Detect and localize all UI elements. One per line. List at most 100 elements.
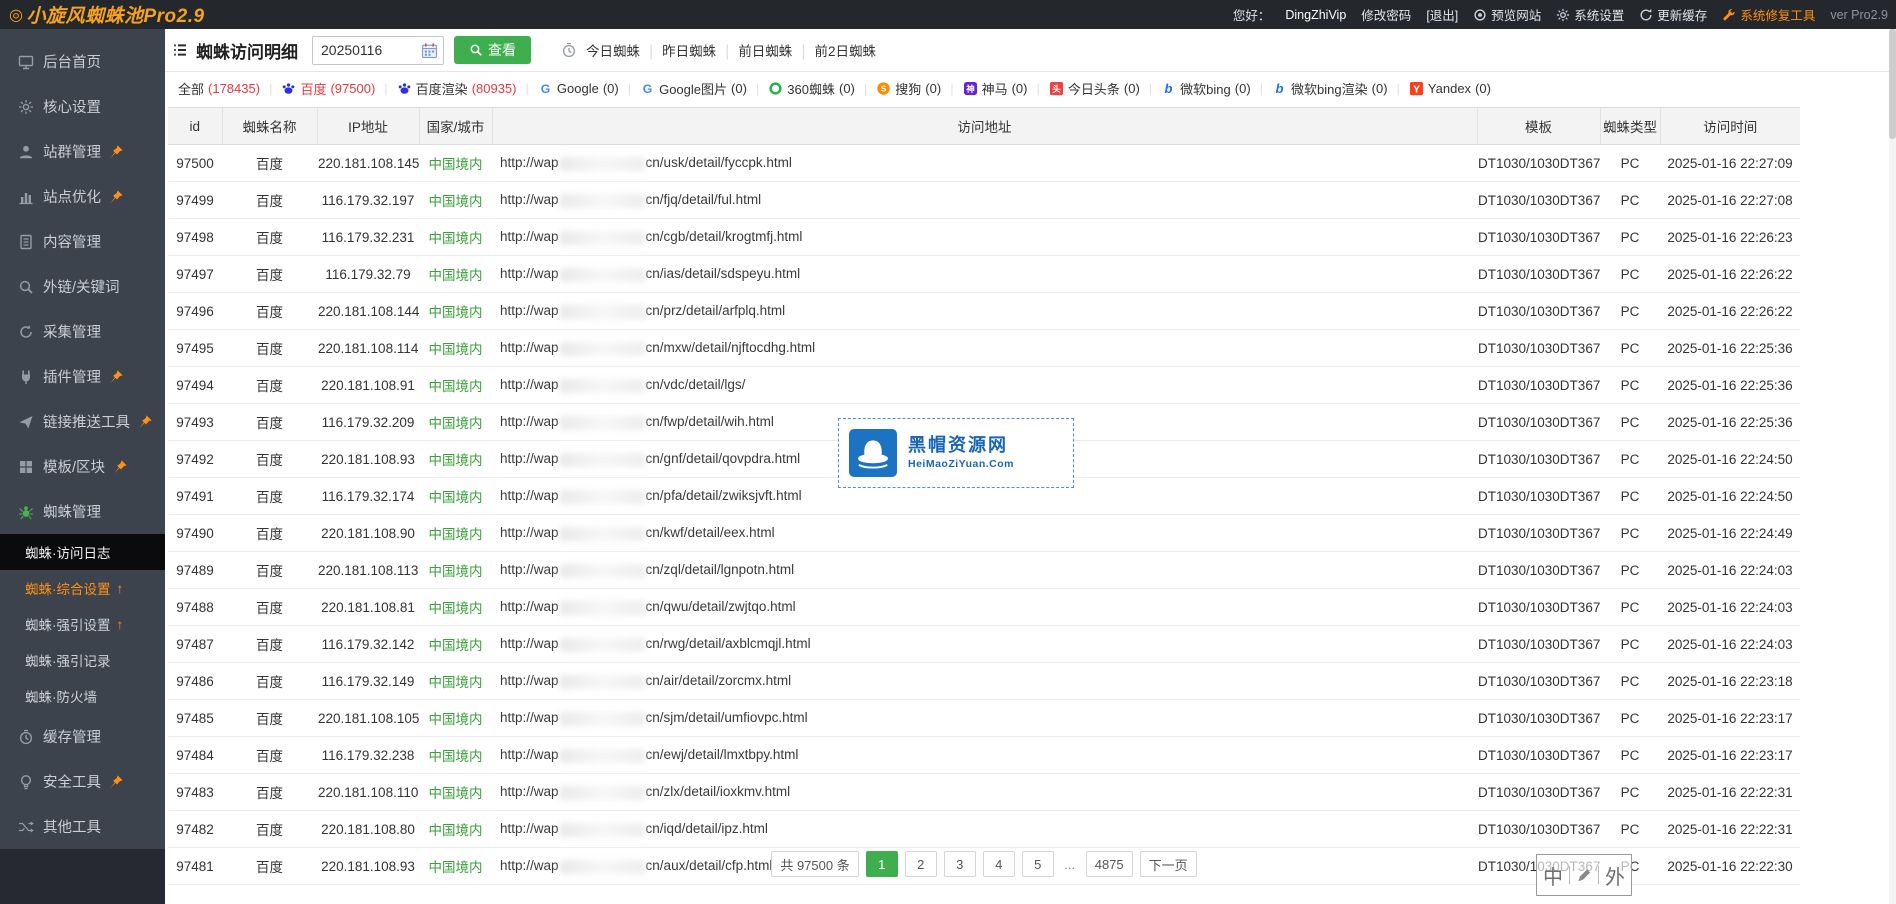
brand-logo[interactable]: ◎ 小旋风蜘蛛池Pro2.9 xyxy=(0,1,205,28)
filter-item[interactable]: YYandex(0) xyxy=(1409,81,1491,96)
sidebar-item[interactable]: 蜘蛛·强引设置↑ xyxy=(0,606,165,642)
cell-spider-type: PC xyxy=(1600,589,1660,626)
sidebar-item[interactable]: 安全工具 xyxy=(0,759,165,804)
sidebar-item-label: 蜘蛛·综合设置 xyxy=(25,578,111,598)
scrollbar-thumb[interactable] xyxy=(1889,29,1896,139)
sidebar-item-label: 外链/关键词 xyxy=(43,276,120,297)
cell-url[interactable]: http://wapcn/cgb/detail/krogtmfj.html xyxy=(492,219,1477,256)
pagination-page[interactable]: 4 xyxy=(983,851,1015,877)
cell-ip: 116.179.32.231 xyxy=(317,219,419,256)
pagination-last-page[interactable]: 4875 xyxy=(1086,851,1133,877)
column-header: 访问时间 xyxy=(1660,108,1800,145)
preview-site-link[interactable]: 预览网站 xyxy=(1473,5,1541,24)
cell-url[interactable]: http://wapcn/qwu/detail/zwjtqo.html xyxy=(492,589,1477,626)
sidebar-item[interactable]: 插件管理 xyxy=(0,354,165,399)
sidebar-item[interactable]: 核心设置 xyxy=(0,84,165,129)
cell-id: 97493 xyxy=(168,404,222,441)
gear-icon xyxy=(18,99,34,115)
chart-icon xyxy=(18,189,34,205)
sidebar-item[interactable]: 其他工具 xyxy=(0,804,165,849)
sidebar-item[interactable]: 蜘蛛·强引记录 xyxy=(0,642,165,678)
sidebar-item[interactable]: 蜘蛛·防火墙 xyxy=(0,678,165,714)
cell-location: 中国境内 xyxy=(419,256,492,293)
quick-link[interactable]: 前日蜘蛛 xyxy=(738,44,792,59)
cell-url[interactable]: http://wapcn/ias/detail/sdspeyu.html xyxy=(492,256,1477,293)
yandex-icon: Y xyxy=(1409,81,1424,96)
url-suffix: cn/gnf/detail/qovpdra.html xyxy=(646,451,801,466)
sidebar-item[interactable]: 站群管理 xyxy=(0,129,165,174)
sidebar-item[interactable]: 蜘蛛·访问日志 xyxy=(0,534,165,570)
filter-item[interactable]: 百度渲染(80935) xyxy=(397,79,517,98)
quick-link[interactable]: 今日蜘蛛 xyxy=(586,44,640,59)
pagination-ellipsis: ... xyxy=(1061,852,1079,876)
sidebar-item[interactable]: 内容管理 xyxy=(0,219,165,264)
so360-icon xyxy=(768,81,783,96)
pagination-page[interactable]: 3 xyxy=(944,851,976,877)
sidebar-item[interactable]: 链接推送工具 xyxy=(0,399,165,444)
cell-url[interactable]: http://wapcn/kwf/detail/eex.html xyxy=(492,515,1477,552)
calendar-icon[interactable] xyxy=(421,42,438,59)
sidebar-item[interactable]: 后台首页 xyxy=(0,39,165,84)
cell-url[interactable]: http://wapcn/rwg/detail/axblcmqjl.html xyxy=(492,626,1477,663)
cell-url[interactable]: http://wapcn/iqd/detail/ipz.html xyxy=(492,811,1477,848)
sidebar-item[interactable]: 蜘蛛·综合设置↑ xyxy=(0,570,165,606)
filter-item[interactable]: b微软bing渲染(0) xyxy=(1272,79,1387,98)
cell-url[interactable]: http://wapcn/vdc/detail/lgs/ xyxy=(492,367,1477,404)
cell-time: 2025-01-16 22:23:17 xyxy=(1660,700,1800,737)
view-button[interactable]: 查看 xyxy=(454,36,531,64)
pagination-next[interactable]: 下一页 xyxy=(1140,851,1197,877)
sidebar-item[interactable]: 站点优化 xyxy=(0,174,165,219)
sidebar-item[interactable]: 缓存管理 xyxy=(0,714,165,759)
cell-time: 2025-01-16 22:25:36 xyxy=(1660,330,1800,367)
cell-time: 2025-01-16 22:27:08 xyxy=(1660,182,1800,219)
filter-item[interactable]: b微软bing(0) xyxy=(1161,79,1250,98)
svg-text:Y: Y xyxy=(1413,84,1420,95)
cell-url[interactable]: http://wapcn/usk/detail/fyccpk.html xyxy=(492,145,1477,182)
filter-item[interactable]: 神神马(0) xyxy=(963,79,1028,98)
table-header-row: id蜘蛛名称IP地址国家/城市访问地址模板蜘蛛类型访问时间 xyxy=(168,108,1800,145)
cell-url[interactable]: http://wapcn/zql/detail/lgnpotn.html xyxy=(492,552,1477,589)
cell-id: 97491 xyxy=(168,478,222,515)
sidebar-item[interactable]: 外链/关键词 xyxy=(0,264,165,309)
logout-link[interactable]: [退出] xyxy=(1426,5,1458,24)
filter-item[interactable]: GGoogle(0) xyxy=(538,81,619,96)
filter-all[interactable]: 全部(178435) xyxy=(178,79,260,98)
pagination-page[interactable]: 5 xyxy=(1022,851,1054,877)
url-prefix: http://wap xyxy=(500,155,559,170)
sidebar-item[interactable]: 模板/区块 xyxy=(0,444,165,489)
sidebar-item[interactable]: 采集管理 xyxy=(0,309,165,354)
filter-item[interactable]: 头今日头条(0) xyxy=(1049,79,1140,98)
pagination-page[interactable]: 1 xyxy=(866,851,898,877)
system-repair-link[interactable]: 系统修复工具 xyxy=(1722,5,1815,24)
url-blurred-segment xyxy=(560,416,645,430)
url-suffix: cn/sjm/detail/umfiovpc.html xyxy=(646,710,808,725)
cell-url[interactable]: http://wapcn/fjq/detail/ful.html xyxy=(492,182,1477,219)
filter-item[interactable]: S搜狗(0) xyxy=(876,79,941,98)
cell-url[interactable]: http://wapcn/mxw/detail/njftocdhg.html xyxy=(492,330,1477,367)
change-password-link[interactable]: 修改密码 xyxy=(1361,5,1411,24)
pagination-page[interactable]: 2 xyxy=(905,851,937,877)
update-cache-link[interactable]: 更新缓存 xyxy=(1639,5,1707,24)
url-prefix: http://wap xyxy=(500,488,559,503)
bing-icon: b xyxy=(1272,81,1287,96)
filter-item[interactable]: GGoogle图片(0) xyxy=(640,79,747,98)
cell-location: 中国境内 xyxy=(419,663,492,700)
sidebar-item[interactable]: 蜘蛛管理 xyxy=(0,489,165,534)
cell-ip: 220.181.108.105 xyxy=(317,700,419,737)
url-blurred-segment xyxy=(560,712,645,726)
cell-url[interactable]: http://wapcn/ewj/detail/lmxtbpy.html xyxy=(492,737,1477,774)
quick-link[interactable]: 昨日蜘蛛 xyxy=(662,44,716,59)
filter-item[interactable]: 360蜘蛛(0) xyxy=(768,79,855,98)
clock-icon xyxy=(18,729,34,745)
cell-url[interactable]: http://wapcn/air/detail/zorcmx.html xyxy=(492,663,1477,700)
scrollbar[interactable] xyxy=(1889,29,1896,904)
system-settings-link[interactable]: 系统设置 xyxy=(1556,5,1624,24)
cell-url[interactable]: http://wapcn/prz/detail/arfplq.html xyxy=(492,293,1477,330)
cell-spider: 百度 xyxy=(222,293,317,330)
quick-link[interactable]: 前2日蜘蛛 xyxy=(814,44,876,59)
cell-url[interactable]: http://wapcn/zlx/detail/ioxkmv.html xyxy=(492,774,1477,811)
filter-item[interactable]: 百度(97500) xyxy=(281,79,375,98)
cell-url[interactable]: http://wapcn/sjm/detail/umfiovpc.html xyxy=(492,700,1477,737)
column-header: id xyxy=(168,108,222,145)
url-suffix: cn/pfa/detail/zwiksjvft.html xyxy=(646,488,802,503)
